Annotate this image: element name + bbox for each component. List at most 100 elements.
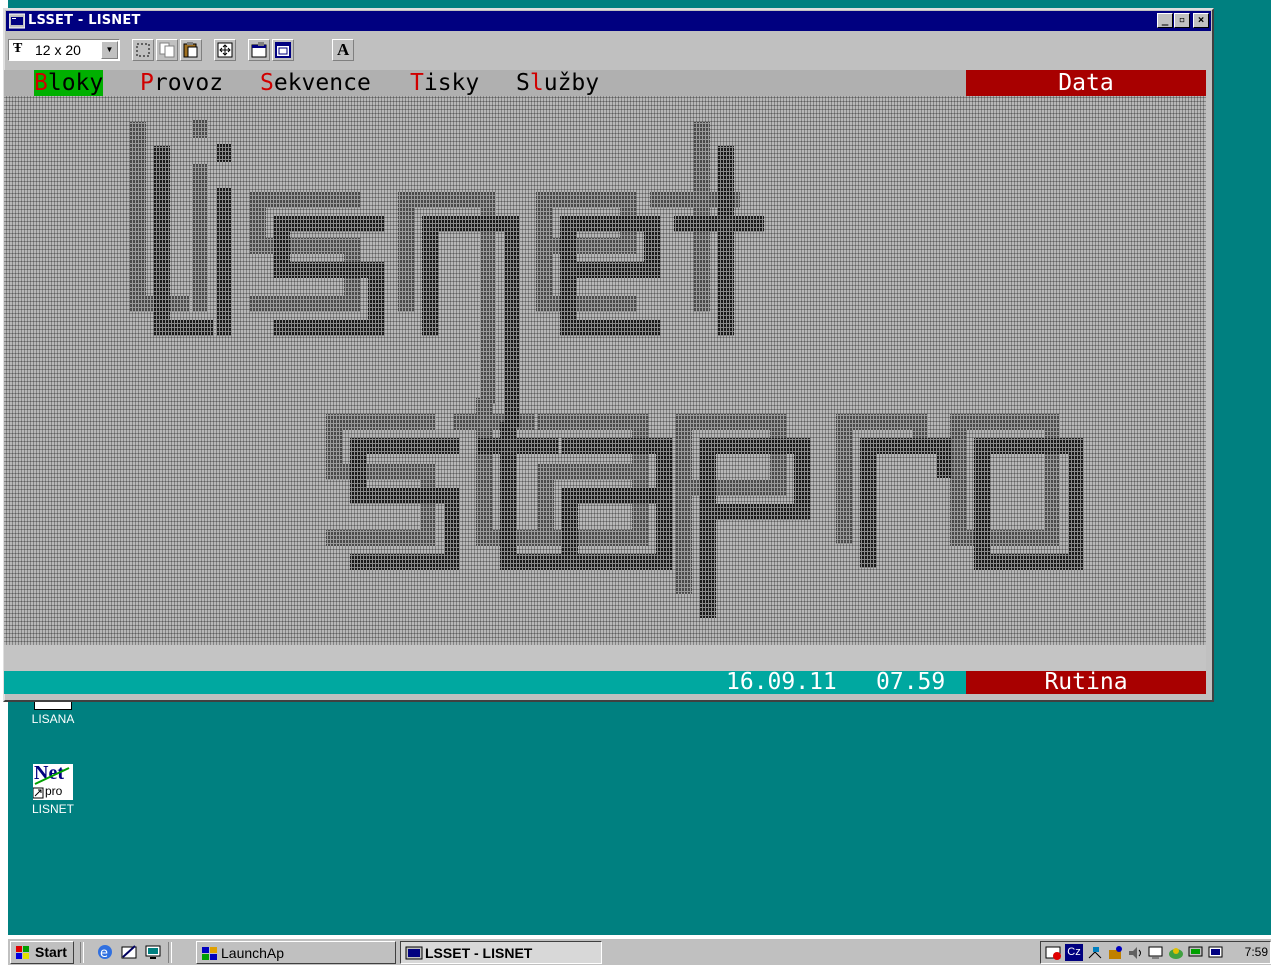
menu-item-tisky[interactable]: Tisky	[410, 70, 479, 96]
background-icon	[275, 42, 291, 58]
properties-icon	[251, 42, 267, 58]
shortcut-arrow-icon	[33, 767, 70, 799]
logo-shadow-block	[676, 480, 786, 496]
logo-shadow-block	[480, 312, 496, 404]
logo-shadow-block	[454, 414, 534, 430]
logo-letter-block	[974, 554, 1084, 570]
logo-letter-block	[700, 504, 810, 520]
task-separator	[168, 942, 172, 963]
logo-shadow-block	[130, 122, 146, 312]
logo-shadow-block	[538, 414, 648, 430]
desktop-icon-lisnet[interactable]: Net pro LISNET	[18, 762, 88, 816]
logo-shadow-block	[326, 530, 436, 546]
start-button[interactable]: Start	[10, 941, 74, 964]
console-status-bar: 16.09.11 07.59 Rutina	[4, 671, 1206, 694]
logo-shadow-block	[538, 464, 648, 480]
fullscreen-icon	[217, 42, 233, 58]
logo-letter-block	[562, 554, 672, 570]
logo-letter-block	[974, 438, 990, 568]
desktop-icon-label: LISNET	[31, 802, 74, 816]
paste-icon	[183, 42, 198, 58]
volume-icon[interactable]	[1127, 944, 1145, 962]
fullscreen-button[interactable]	[214, 39, 236, 61]
show-desktop-icon[interactable]	[144, 943, 162, 961]
clock[interactable]: 7:59	[1245, 945, 1268, 959]
logo-letter-block	[644, 216, 660, 276]
logo-letter-block	[216, 144, 232, 162]
close-button[interactable]: ×	[1193, 13, 1209, 28]
network-icon[interactable]	[1087, 944, 1105, 962]
maximize-button[interactable]: ▫	[1174, 13, 1190, 28]
task-launchap[interactable]: LaunchAp	[196, 941, 396, 964]
system-tray: Cz 7:59	[1040, 941, 1271, 964]
lisnet-app-icon: Net pro	[33, 762, 73, 800]
dropdown-arrow-icon[interactable]: ▼	[101, 41, 118, 59]
svg-text:e: e	[100, 946, 108, 961]
logo-letter-block	[216, 188, 232, 336]
logo-letter-block	[504, 216, 520, 336]
logo-shadow-block	[676, 414, 692, 594]
logo-shadow-block	[836, 414, 852, 544]
logo-letter-block	[504, 336, 520, 428]
taskbar: Start e LaunchAp LSSET - LISNET Cz 7:59	[8, 938, 1271, 965]
logo-letter-block	[274, 216, 384, 232]
quick-launch-separator	[80, 942, 84, 963]
properties-button[interactable]	[248, 39, 270, 61]
antivirus-icon[interactable]	[1167, 944, 1185, 962]
logo-letter-block	[274, 320, 384, 336]
logo-shadow-block	[398, 192, 414, 312]
logo-letter-block	[478, 438, 558, 454]
data-panel-label: Data	[966, 70, 1206, 96]
display-settings-icon[interactable]	[1147, 944, 1165, 962]
mark-button[interactable]	[132, 39, 154, 61]
console-app-icon	[405, 946, 423, 960]
console-blank-row	[4, 645, 1206, 671]
logo-letter-block	[674, 216, 764, 232]
monitor-icon[interactable]	[1207, 944, 1225, 962]
logo-area	[4, 96, 1206, 645]
desktop-icon-label: LISANA	[31, 712, 75, 726]
logo-letter-block	[700, 438, 810, 454]
status-date: 16.09.11	[726, 669, 837, 694]
outlook-express-icon[interactable]	[120, 943, 138, 961]
logo-shadow-block	[192, 164, 208, 312]
title-bar[interactable]: LSSET - LISNET _ ▫ ×	[6, 11, 1211, 31]
copy-button[interactable]	[156, 39, 178, 61]
logo-shadow-block	[950, 414, 966, 544]
font-button[interactable]: A	[332, 39, 354, 61]
task-lsset-lisnet[interactable]: LSSET - LISNET	[400, 941, 602, 964]
logo-shadow-block	[250, 296, 360, 312]
logo-letter-block	[350, 488, 460, 504]
logo-letter-block	[974, 438, 1084, 454]
internet-explorer-icon[interactable]: e	[96, 943, 114, 961]
menu-item-provoz[interactable]: Provoz	[140, 70, 223, 96]
logo-letter-block	[350, 554, 460, 570]
logo-shadow-block	[950, 414, 1060, 430]
console-app-icon	[9, 13, 25, 29]
mark-icon	[136, 43, 150, 57]
logo-letter-block	[562, 488, 672, 504]
scheduler-icon[interactable]	[1107, 944, 1125, 962]
console-screen[interactable]: Bloky Provoz Sekvence Tisky Služby Data	[4, 70, 1206, 694]
desktop-icon-lisana[interactable]: LISANA	[18, 700, 88, 726]
logo-shadow-block	[538, 530, 648, 546]
logo-letter-block	[1068, 438, 1084, 568]
menu-item-sekvence[interactable]: Sekvence	[260, 70, 371, 96]
menu-item-sluzby[interactable]: Služby	[516, 70, 599, 96]
logo-shadow-block	[326, 414, 436, 430]
background-button[interactable]	[272, 39, 294, 61]
font-size-select[interactable]: Ŧ 12 x 20 ▼	[8, 39, 120, 61]
minimize-button[interactable]: _	[1157, 13, 1173, 28]
menu-item-bloky[interactable]: Bloky	[34, 70, 104, 96]
logo-shadow-block	[480, 192, 496, 312]
remote-desktop-icon[interactable]	[1187, 944, 1205, 962]
logo-letter-block	[274, 262, 384, 278]
tray-app-icon[interactable]	[1045, 944, 1063, 962]
logo-shadow-block	[1044, 414, 1060, 544]
logo-letter-block	[500, 554, 570, 570]
logo-shadow-block	[250, 238, 360, 254]
paste-button[interactable]	[180, 39, 202, 61]
language-indicator[interactable]: Cz	[1065, 944, 1083, 961]
logo-letter-block	[154, 146, 170, 336]
status-time: 07.59	[876, 669, 946, 694]
